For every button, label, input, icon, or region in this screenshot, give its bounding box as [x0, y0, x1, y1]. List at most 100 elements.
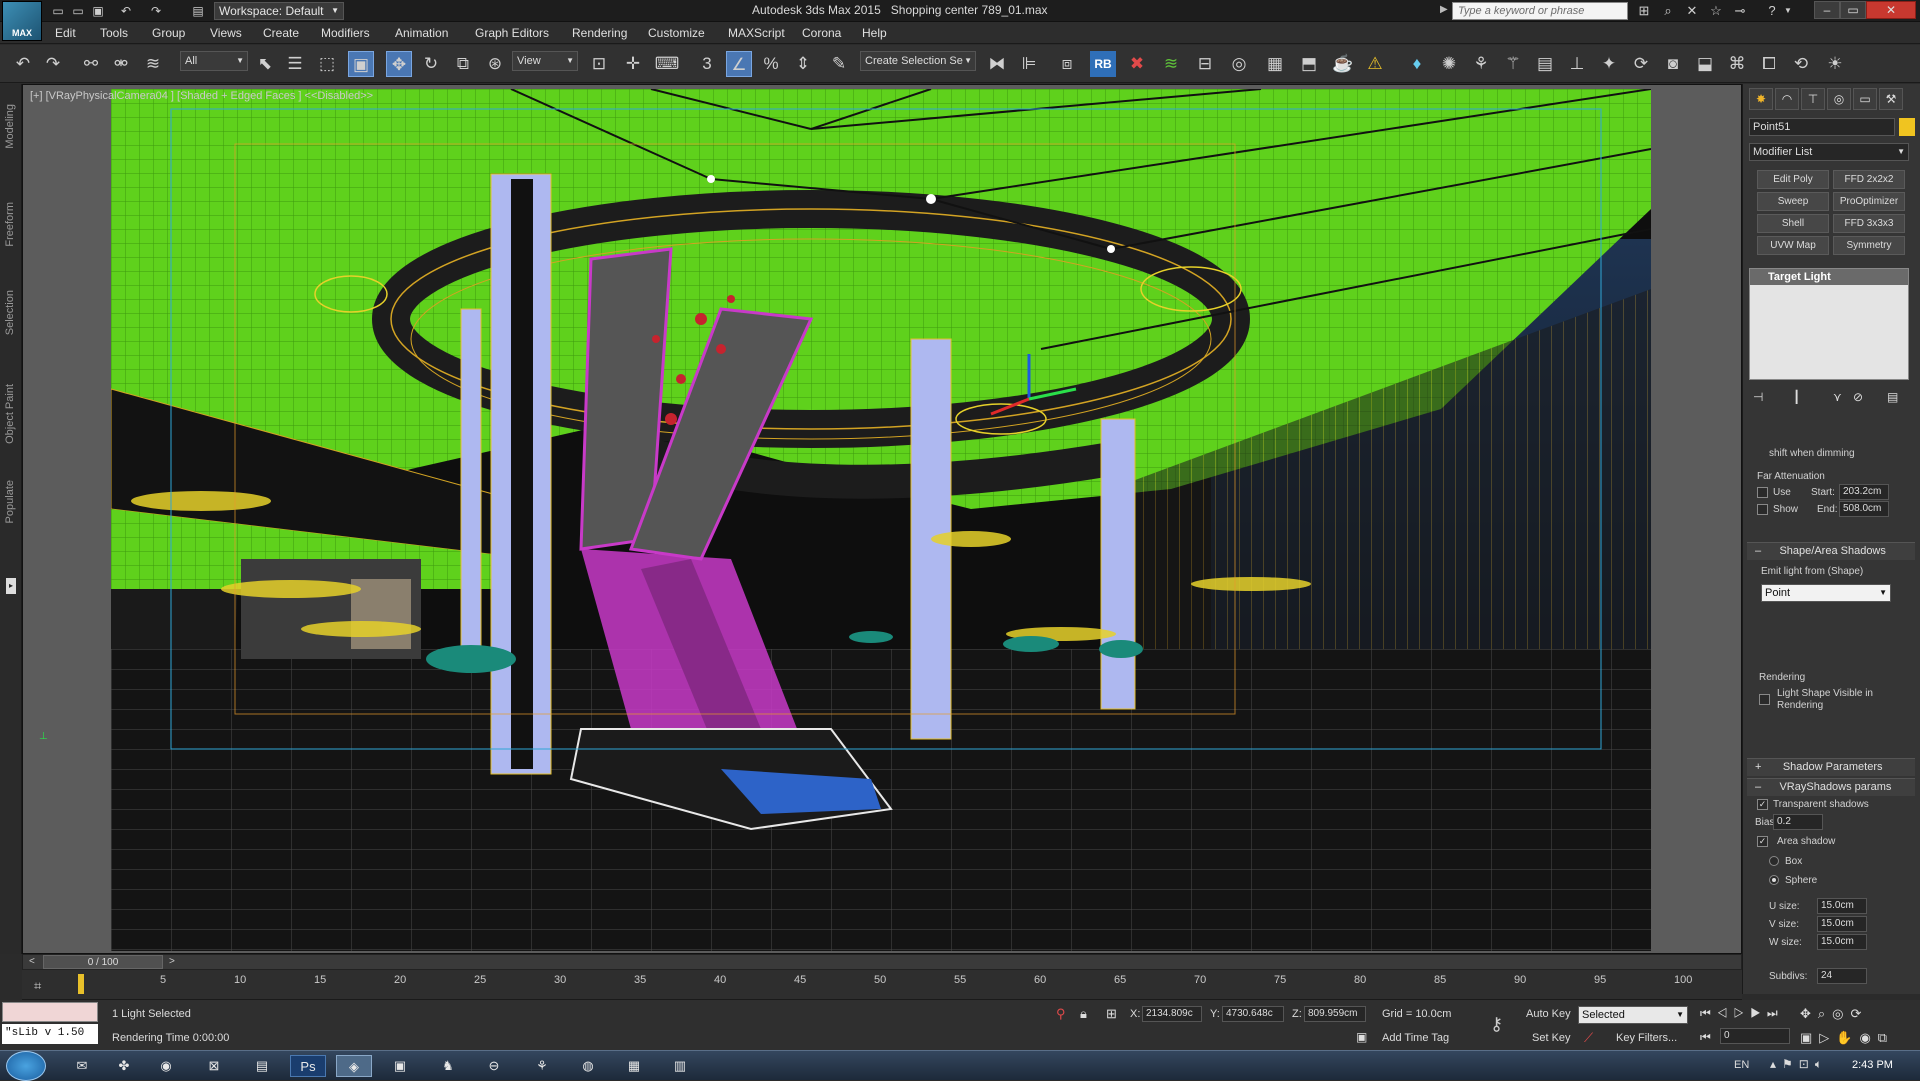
pdf-taskbar-icon[interactable]: ▤	[244, 1055, 280, 1077]
menu-views[interactable]: Views	[210, 26, 242, 40]
outlook-taskbar-icon[interactable]: ✉	[64, 1055, 100, 1077]
utilities-tab-icon[interactable]: ⚒	[1879, 88, 1903, 110]
auto-key-button[interactable]: Auto Key	[1526, 1008, 1571, 1020]
vray-ies-icon[interactable]: ✦	[1596, 51, 1622, 77]
app-taskbar-icon[interactable]: ◍	[570, 1055, 606, 1077]
next-frame-arrow-icon[interactable]: >	[169, 956, 175, 967]
lock-icon[interactable]: 🔒︎	[1080, 1006, 1087, 1022]
unlink-icon[interactable]: ⚮	[108, 51, 134, 77]
mini-curve-editor-icon[interactable]: ⌗	[34, 978, 41, 994]
menu-edit[interactable]: Edit	[55, 26, 76, 40]
menu-maxscript[interactable]: MAXScript	[728, 26, 785, 40]
material-editor-icon[interactable]: ▦	[1262, 51, 1288, 77]
time-slider-thumb[interactable]: 0 / 100	[43, 955, 163, 969]
maxscript-output[interactable]: "sLib v 1.50	[2, 1024, 98, 1044]
keyboard-shortcut-icon[interactable]: ⌨	[654, 51, 680, 77]
app-taskbar-icon[interactable]: ✤	[106, 1055, 142, 1077]
modifier-stack[interactable]: Target Light	[1749, 268, 1909, 380]
menu-create[interactable]: Create	[263, 26, 299, 40]
rb-toggle-button[interactable]: RB	[1090, 51, 1116, 77]
clock[interactable]: 2:43 PM	[1852, 1059, 1893, 1071]
warning-icon[interactable]: ⚠	[1362, 51, 1388, 77]
schematic-view-icon[interactable]: ◎	[1226, 51, 1252, 77]
scene-render[interactable]	[111, 89, 1651, 951]
align-icon[interactable]: ⊫	[1016, 51, 1042, 77]
network-icon[interactable]: ⌘	[1724, 51, 1750, 77]
link-icon[interactable]: ⊸	[1732, 3, 1748, 19]
far-use-checkbox[interactable]	[1757, 487, 1768, 498]
window-crossing-icon[interactable]: ▣	[348, 51, 374, 77]
configure-sets-icon[interactable]: ▤	[1887, 390, 1898, 404]
modifier-ffd-3x3x3[interactable]: FFD 3x3x3	[1833, 214, 1905, 233]
help-icon[interactable]: ?	[1764, 3, 1780, 19]
bind-to-space-warp-icon[interactable]: ≋	[140, 51, 166, 77]
w-size-spinner[interactable]: 15.0cm	[1817, 934, 1867, 950]
modifier-ffd-2x2x2[interactable]: FFD 2x2x2	[1833, 170, 1905, 189]
angle-snap-icon[interactable]: ∠	[726, 51, 752, 77]
undo-icon[interactable]: ↶	[10, 51, 36, 77]
vray-proxy-icon[interactable]: ⚘	[1468, 51, 1494, 77]
spinner-snap-icon[interactable]: ⇕	[790, 51, 816, 77]
reference-coordinate-dropdown[interactable]: View ▼	[512, 51, 578, 71]
far-start-spinner[interactable]: 203.2cm	[1839, 484, 1889, 500]
far-end-spinner[interactable]: 508.0cm	[1839, 501, 1889, 517]
redo-icon[interactable]: ↷	[148, 3, 164, 19]
shape-area-shadows-rollout[interactable]: – Shape/Area Shadows	[1747, 542, 1915, 560]
isolate-selection-icon[interactable]: ⚲	[1056, 1006, 1066, 1022]
rotate-view-icon[interactable]: ⟳	[1628, 51, 1654, 77]
maximize-button[interactable]: ▭	[1840, 1, 1866, 19]
layers-icon[interactable]: ≋	[1158, 51, 1184, 77]
vray-shadows-rollout[interactable]: – VRayShadows params	[1747, 778, 1915, 796]
menu-corona[interactable]: Corona	[802, 26, 841, 40]
set-key-button[interactable]: Set Key	[1532, 1032, 1571, 1044]
box-radio[interactable]	[1769, 856, 1779, 866]
app-taskbar-icon[interactable]: ♞	[430, 1055, 466, 1077]
vray-sun-icon[interactable]: ✺	[1436, 51, 1462, 77]
vray-fur-icon[interactable]: ⚚	[1500, 51, 1526, 77]
render-region-icon[interactable]: ⬓	[1692, 51, 1718, 77]
menu-animation[interactable]: Animation	[395, 26, 448, 40]
app-taskbar-icon[interactable]: ⚘	[524, 1055, 560, 1077]
perspective-viewport[interactable]: ⊥	[22, 84, 1742, 954]
key-icon[interactable]: ⚷	[1490, 1014, 1503, 1035]
new-file-icon[interactable]: ▭	[50, 3, 66, 19]
panel-icon[interactable]: ⧠	[1756, 51, 1782, 77]
modifier-list-dropdown[interactable]: Modifier List ▼	[1749, 143, 1909, 161]
3dsmax-taskbar-icon[interactable]: ◈	[336, 1055, 372, 1077]
navigation-controls[interactable]: ✥⌕◎⟳	[1800, 1006, 1868, 1022]
edit-named-selection-icon[interactable]: ✎	[826, 51, 852, 77]
app-taskbar-icon[interactable]: ⊖	[476, 1055, 512, 1077]
remove-modifier-icon[interactable]: ⊘	[1853, 390, 1863, 404]
ribbon-tab-selection[interactable]: Selection	[4, 290, 16, 335]
u-size-spinner[interactable]: 15.0cm	[1817, 898, 1867, 914]
current-frame-marker[interactable]	[78, 974, 84, 994]
save-icon[interactable]: ▣	[90, 3, 106, 19]
curve-editor-icon[interactable]: ⊟	[1192, 51, 1218, 77]
object-color-swatch[interactable]	[1899, 118, 1915, 136]
shadow-parameters-rollout[interactable]: + Shadow Parameters	[1747, 758, 1915, 776]
maxscript-listener-mini[interactable]	[2, 1002, 98, 1022]
menu-group[interactable]: Group	[152, 26, 185, 40]
search-input[interactable]: Type a keyword or phrase	[1452, 2, 1628, 20]
vray-light-icon[interactable]: ♦	[1404, 51, 1430, 77]
menu-modifiers[interactable]: Modifiers	[321, 26, 370, 40]
ribbon-tab-modeling[interactable]: Modeling	[4, 104, 16, 149]
minimize-button[interactable]: –	[1814, 1, 1840, 19]
project-folder-icon[interactable]: ▤	[190, 3, 206, 19]
render-teapot-icon[interactable]: ☕	[1330, 51, 1356, 77]
transparent-shadows-checkbox[interactable]: ✓	[1757, 799, 1768, 810]
menu-tools[interactable]: Tools	[100, 26, 128, 40]
start-button[interactable]	[6, 1051, 46, 1081]
menu-help[interactable]: Help	[862, 26, 887, 40]
application-button[interactable]: MAX	[2, 1, 42, 41]
time-tag-icon[interactable]: ▣	[1356, 1030, 1367, 1044]
select-by-name-icon[interactable]: ☰	[282, 51, 308, 77]
tools-icon[interactable]: ✕	[1684, 3, 1700, 19]
workspace-dropdown[interactable]: Workspace: Default ▼	[214, 2, 344, 20]
language-indicator[interactable]: EN	[1734, 1059, 1749, 1071]
motion-tab-icon[interactable]: ◎	[1827, 88, 1851, 110]
key-filters-button[interactable]: Key Filters...	[1616, 1032, 1677, 1044]
ribbon-expand-icon[interactable]: ▸	[6, 578, 16, 594]
chevron-down-icon[interactable]: ▼	[1780, 3, 1796, 19]
menu-graph-editors[interactable]: Graph Editors	[475, 26, 549, 40]
